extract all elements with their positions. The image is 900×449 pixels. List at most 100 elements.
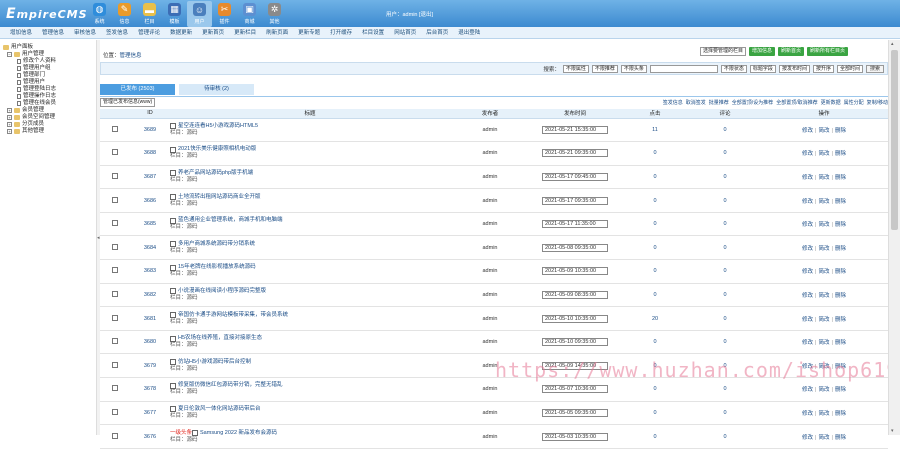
row-id[interactable]: 3684 (130, 235, 170, 261)
expand-icon[interactable]: + (7, 115, 12, 120)
row-time-field[interactable]: 2021-05-07 10:36:00 (542, 385, 608, 394)
filter-select[interactable]: 不限属性 (562, 64, 589, 73)
row-id[interactable]: 3687 (130, 165, 170, 190)
edit-doc-icon[interactable] (170, 406, 176, 413)
breadcrumb-link[interactable]: 管理信息 (120, 53, 142, 59)
edit-doc-icon[interactable] (170, 146, 176, 153)
sub-nav-link[interactable]: 更新栏目 (234, 27, 256, 38)
op-link-0[interactable]: 修改 (802, 317, 813, 323)
row-id[interactable]: 3678 (130, 377, 170, 402)
row-comments[interactable]: 0 (690, 188, 760, 213)
op-link-0[interactable]: 修改 (802, 199, 813, 205)
row-checkbox[interactable] (112, 290, 118, 297)
row-time-field[interactable]: 2021-05-10 10:35:00 (542, 314, 608, 323)
op-link-1[interactable]: 简改 (818, 387, 829, 393)
row-checkbox[interactable] (112, 243, 118, 250)
row-checkbox[interactable] (112, 125, 118, 132)
op-link-1[interactable]: 简改 (818, 151, 829, 157)
tree-node[interactable]: + 会员空间管理 (3, 114, 96, 121)
row-id[interactable]: 3677 (130, 401, 170, 426)
expand-icon[interactable]: + (7, 129, 12, 134)
op-link-0[interactable]: 修改 (802, 151, 813, 157)
row-comments[interactable]: 0 (690, 424, 760, 449)
row-id[interactable]: 3682 (130, 283, 170, 308)
row-comments[interactable]: 0 (690, 118, 760, 143)
op-link-2[interactable]: 删除 (835, 151, 846, 157)
op-link-1[interactable]: 简改 (818, 199, 829, 205)
expand-icon[interactable]: + (7, 108, 12, 113)
row-checkbox[interactable] (112, 149, 118, 156)
tree-node[interactable]: + 分页成员 (3, 121, 96, 128)
row-time-field[interactable]: 2021-05-17 11:35:00 (542, 220, 608, 229)
op-link-2[interactable]: 删除 (835, 317, 846, 323)
op-link-2[interactable]: 删除 (835, 246, 846, 252)
row-id[interactable]: 3679 (130, 353, 170, 379)
op-link-2[interactable]: 删除 (835, 222, 846, 228)
row-time-field[interactable]: 2021-05-21 09:35:00 (542, 149, 608, 158)
op-link-0[interactable]: 修改 (802, 340, 813, 346)
row-checkbox[interactable] (112, 220, 118, 227)
op-link-0[interactable]: 修改 (802, 293, 813, 299)
tool-link[interactable]: 签发信息 (663, 99, 683, 106)
op-link-2[interactable]: 删除 (835, 199, 846, 205)
row-checkbox[interactable] (112, 361, 118, 368)
tool-link[interactable]: 批量推荐 (709, 99, 729, 106)
tree-node[interactable]: 管理用户组 (3, 65, 96, 72)
row-title[interactable]: 蓝色通用企业管理系统，商城手机和电脑端 (170, 217, 450, 224)
search-button[interactable]: 搜索 (865, 64, 884, 73)
row-checkbox[interactable] (112, 196, 118, 203)
tree-node[interactable]: + 其他管理 (3, 128, 96, 135)
sub-nav-link[interactable]: 打开缓存 (330, 27, 352, 38)
tree-node[interactable]: 管理登陆日志 (3, 86, 96, 93)
filter-select[interactable]: 按发布时间 (778, 64, 810, 73)
row-time-field[interactable]: 2021-05-21 15:35:00 (542, 125, 608, 134)
edit-doc-icon[interactable] (192, 430, 199, 437)
edit-doc-icon[interactable] (170, 217, 176, 224)
op-link-1[interactable]: 简改 (818, 317, 829, 323)
filter-select[interactable]: 标题字段 (749, 64, 776, 73)
row-time-field[interactable]: 2021-05-03 10:35:00 (542, 432, 608, 441)
sub-nav-link[interactable]: 增加信息 (10, 27, 32, 38)
top-nav-item[interactable]: ▦ 模板 (162, 1, 187, 27)
op-link-1[interactable]: 简改 (818, 222, 829, 228)
op-link-2[interactable]: 删除 (835, 269, 846, 275)
vertical-scrollbar[interactable]: ▴ ▾ (888, 40, 900, 435)
row-time-field[interactable]: 2021-05-10 09:35:00 (542, 338, 608, 347)
tool-link[interactable]: 全部置顶/设为推荐 (732, 99, 773, 106)
search-input[interactable] (649, 64, 718, 73)
top-nav-item[interactable]: ☺ 用户 (187, 1, 212, 27)
op-link-0[interactable]: 修改 (802, 128, 813, 134)
tree-node[interactable]: 用户面板 (3, 44, 96, 51)
row-time-field[interactable]: 2021-05-09 08:35:00 (542, 290, 608, 299)
row-title[interactable]: 夏日伦敦风一体化网站源码带后台 (170, 406, 450, 413)
row-title-text[interactable]: 养老产品网站源码php版手机端 (178, 170, 253, 177)
op-link-2[interactable]: 删除 (835, 411, 846, 417)
sub-nav-link[interactable]: 管理信息 (42, 27, 64, 38)
top-nav-item[interactable]: ✲ 其他 (262, 1, 287, 27)
top-nav-item[interactable]: ▬ 栏目 (137, 1, 162, 27)
edit-doc-icon[interactable] (170, 382, 176, 389)
add-info-button[interactable]: 增加信息 (749, 47, 776, 56)
row-checkbox[interactable] (112, 172, 118, 179)
filter-select[interactable]: 全部时间 (836, 64, 863, 73)
row-title[interactable]: 星空连连看H5小游戏源码HTML5 (170, 123, 450, 130)
collapse-icon[interactable]: − (7, 52, 12, 57)
row-title[interactable]: H5农场在线养殖，直接对接原生态 (170, 335, 450, 342)
row-title-text[interactable]: 夏日伦敦风一体化网站源码带后台 (178, 406, 261, 413)
row-id[interactable]: 3686 (130, 188, 170, 213)
row-id[interactable]: 3688 (130, 141, 170, 166)
row-title-text[interactable]: Samsung 2022 新品发布会源码 (200, 430, 277, 437)
tab-published[interactable]: 已发布 (2503) (100, 84, 175, 95)
op-link-2[interactable]: 删除 (835, 293, 846, 299)
sub-nav-link[interactable]: 签发信息 (106, 27, 128, 38)
row-title[interactable]: 多用户商城系统源码带分销系统 (170, 241, 450, 248)
row-checkbox[interactable] (112, 267, 118, 274)
edit-doc-icon[interactable] (170, 359, 176, 366)
row-time-field[interactable]: 2021-05-05 09:35:00 (542, 408, 608, 417)
scroll-up-icon[interactable]: ▴ (891, 41, 894, 47)
row-title-text[interactable]: 土地流转出租网站源码商业全开版 (178, 194, 261, 201)
op-link-0[interactable]: 修改 (802, 246, 813, 252)
row-title[interactable]: 小说漫画在线阅读小程序源码完整版 (170, 288, 450, 295)
row-title-text[interactable]: 仿站H5小游戏源码带后台控制 (178, 359, 251, 366)
row-comments[interactable]: 0 (690, 235, 760, 261)
